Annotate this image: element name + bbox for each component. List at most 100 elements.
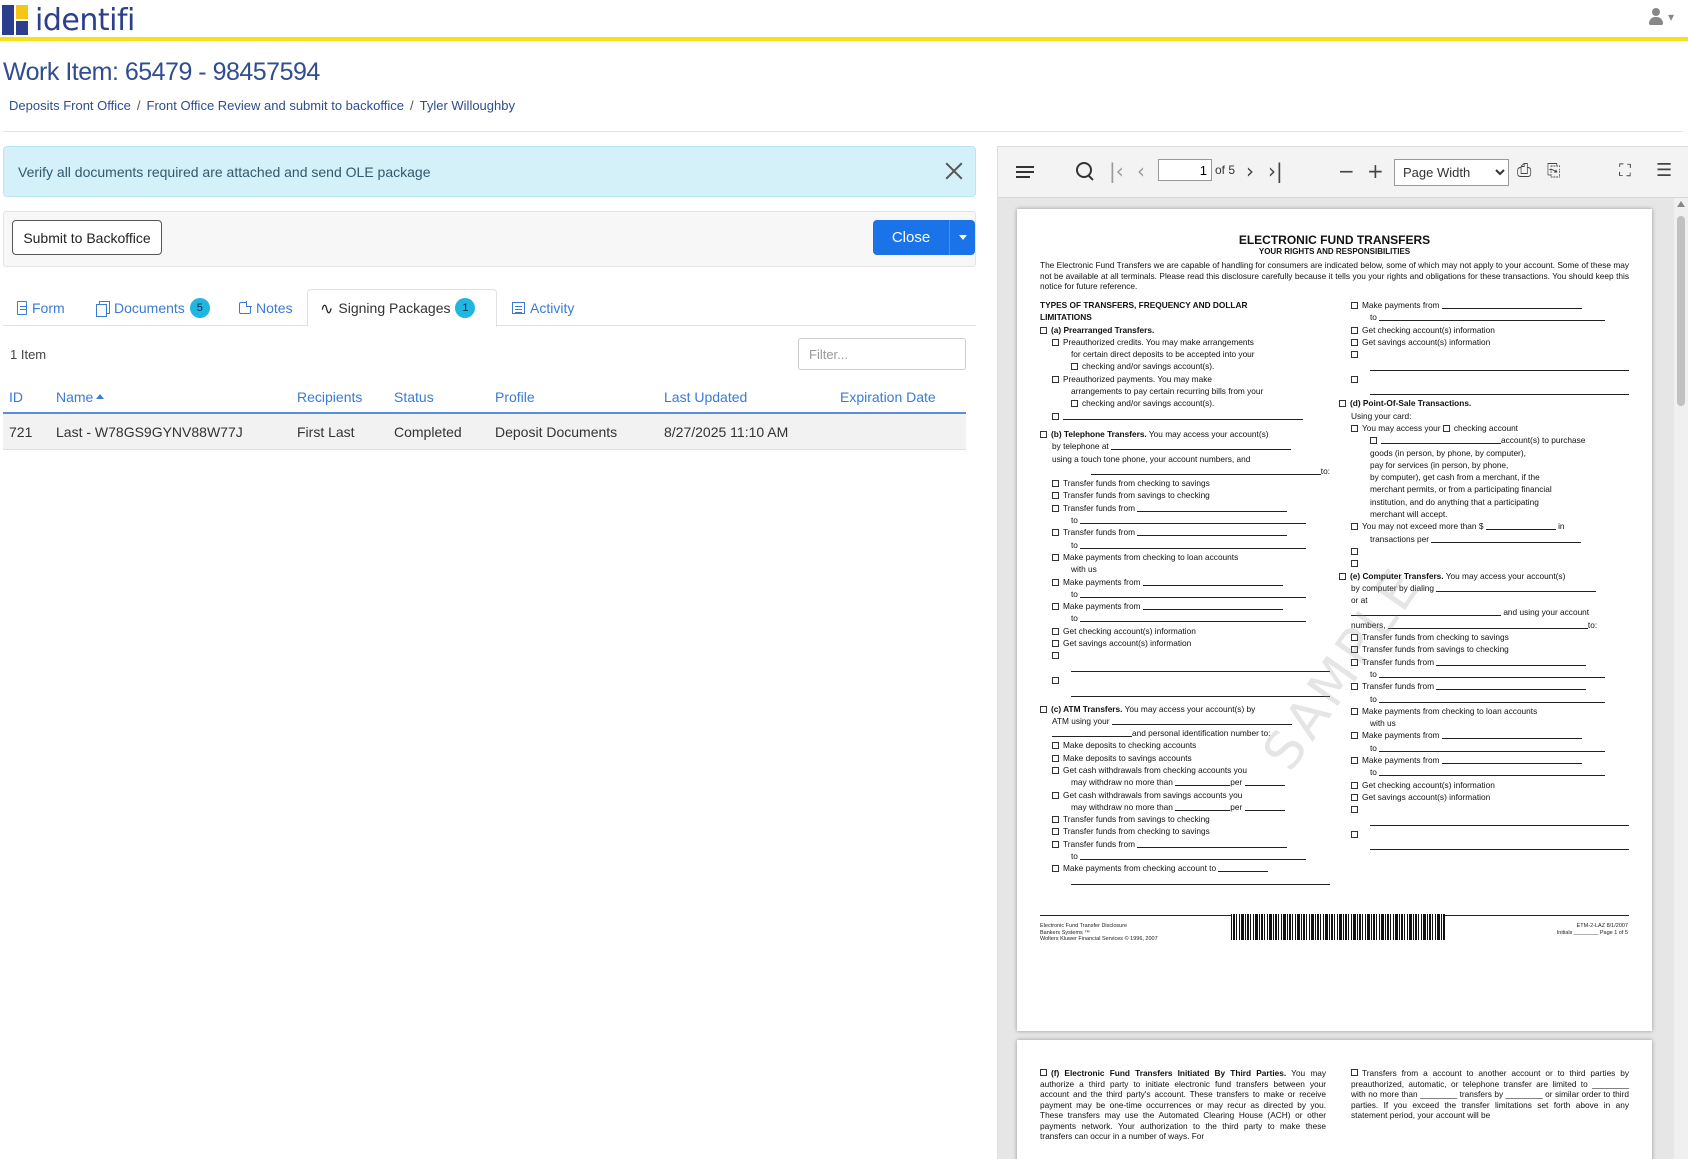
checkbox [1052, 412, 1059, 420]
column-header-status[interactable]: Status [394, 389, 434, 405]
doc-text: You may not exceed more than $ [1362, 521, 1484, 532]
scrollbar-thumb[interactable] [1677, 216, 1685, 406]
note-icon [239, 300, 252, 314]
checkbox [1052, 816, 1059, 824]
checkbox [1052, 529, 1059, 537]
first-page-icon[interactable]: |‹ [1109, 160, 1124, 182]
viewer-scrollbar[interactable] [1674, 198, 1688, 1159]
activity-list-icon [512, 301, 525, 314]
sort-ascending-icon [96, 394, 105, 399]
presentation-mode-icon[interactable]: ⛶ [1619, 160, 1631, 182]
blank-line [1080, 596, 1307, 598]
breadcrumb-item-deposits[interactable]: Deposits Front Office [9, 98, 131, 113]
doc-text: and personal identification number to: [1132, 728, 1271, 739]
user-menu[interactable]: ▾ [1648, 8, 1674, 26]
doc-text: to [1071, 613, 1078, 624]
sidebar-toggle-icon[interactable] [1015, 161, 1037, 183]
search-icon[interactable] [1075, 161, 1097, 183]
doc-text: Transfer funds from [1063, 838, 1136, 849]
doc-text: arrangements to pay certain recurring bi… [1071, 386, 1264, 397]
doc-text: to [1370, 742, 1377, 753]
blank-line [1137, 535, 1288, 537]
doc-text: goods (in person, by phone, by computer)… [1370, 447, 1526, 458]
close-icon[interactable] [945, 162, 963, 180]
blank-line [1090, 473, 1321, 475]
doc-text: to: [1320, 465, 1330, 476]
footer-text: Wolters Kluwer Financial Services © 1996… [1040, 936, 1158, 942]
doc-text: Make payments from checking to loan acco… [1063, 551, 1239, 562]
document-title: ELECTRONIC FUND TRANSFERS [1238, 233, 1431, 247]
blank-line [1244, 785, 1285, 787]
tab-notes[interactable]: Notes [227, 289, 305, 326]
column-header-id[interactable]: ID [9, 389, 23, 405]
tab-signing-packages[interactable]: ∿ Signing Packages 1 [307, 289, 497, 327]
section-f-heading: (f) Electronic Fund Transfers Initiated … [1051, 1068, 1287, 1078]
breadcrumb-item-user[interactable]: Tyler Willoughby [420, 98, 515, 113]
blank-line [1379, 750, 1606, 752]
page2-left-column: (f) Electronic Fund Transfers Initiated … [1040, 1068, 1326, 1142]
blank-line [1431, 541, 1582, 543]
filter-input[interactable] [798, 338, 966, 370]
column-header-name[interactable]: Name [56, 389, 105, 405]
logo-text: identifi [35, 2, 135, 38]
next-page-icon[interactable]: › [1246, 160, 1254, 182]
doc-text: with us [1071, 564, 1097, 575]
form-icon [17, 300, 27, 315]
doc-text: Get savings account(s) information [1362, 336, 1491, 347]
checkbox [1339, 572, 1346, 580]
checkbox [1071, 363, 1078, 371]
submit-to-backoffice-button[interactable]: Submit to Backoffice [12, 220, 162, 255]
blank-line [1436, 664, 1587, 666]
barcode [1231, 914, 1445, 940]
doc-text: for certain direct deposits to be accept… [1071, 349, 1255, 360]
column-header-last-updated[interactable]: Last Updated [664, 389, 747, 405]
doc-text: Transfers from a [1362, 1068, 1428, 1078]
doc-text: Make payments from checking account to [1063, 863, 1217, 874]
tools-menu-icon[interactable]: ☰ [1656, 160, 1672, 182]
tab-activity[interactable]: Activity [500, 289, 586, 326]
signing-packages-table: ID Name Recipients Status Profile Last U… [3, 380, 966, 450]
doc-text: checking account [1453, 422, 1518, 433]
download-icon[interactable]: ⎘ [1547, 160, 1561, 182]
zoom-in-icon[interactable]: + [1367, 160, 1384, 182]
tab-documents[interactable]: Documents 5 [84, 289, 222, 326]
checkbox [1052, 865, 1059, 873]
blank-line [1080, 621, 1307, 623]
breadcrumb-item-review[interactable]: Front Office Review and submit to backof… [147, 98, 404, 113]
checkbox [1040, 1069, 1047, 1076]
column-header-expiration-date[interactable]: Expiration Date [840, 389, 936, 405]
tab-form[interactable]: Form [5, 289, 77, 326]
blank-line [1441, 738, 1582, 740]
blank-line [1063, 418, 1303, 420]
page-number-input[interactable] [1158, 159, 1212, 181]
blank-line [1142, 609, 1283, 611]
identifi-logo[interactable]: identifi [2, 2, 135, 38]
blank-line [1080, 547, 1307, 549]
doc-text: Transfer funds from [1063, 502, 1136, 513]
checkbox [1351, 375, 1358, 383]
tab-label: Documents [114, 299, 185, 316]
checkbox [1052, 791, 1059, 799]
column-header-recipients[interactable]: Recipients [297, 389, 362, 405]
zoom-select[interactable]: Automatic Zoom Actual Size Page Fit Page… [1394, 159, 1509, 186]
blank-line [1080, 523, 1307, 525]
tab-label: Notes [256, 299, 293, 316]
close-button[interactable]: Close [873, 220, 949, 255]
checkbox [1040, 705, 1047, 713]
last-page-icon[interactable]: ›| [1268, 160, 1283, 182]
scroll-up-icon[interactable] [1677, 201, 1685, 207]
info-alert: Verify all documents required are attach… [3, 146, 976, 197]
table-row[interactable]: 721 Last - W78GS9GYNV88W77J First Last C… [3, 414, 966, 450]
doc-text: You may access your account(s) [1148, 428, 1269, 439]
previous-page-icon[interactable]: ‹ [1137, 160, 1145, 182]
doc-text: to [1370, 767, 1377, 778]
print-icon[interactable]: ⎙ [1517, 160, 1531, 182]
zoom-out-icon[interactable]: − [1338, 160, 1355, 182]
checkbox [1040, 430, 1047, 438]
close-dropdown-toggle[interactable] [949, 220, 975, 255]
doc-text: You may access your account(s) by [1124, 703, 1256, 714]
column-header-profile[interactable]: Profile [495, 389, 535, 405]
checkbox [1351, 302, 1358, 309]
blank-line [1379, 701, 1606, 703]
doc-text: merchant permits, or from a participatin… [1370, 484, 1552, 495]
